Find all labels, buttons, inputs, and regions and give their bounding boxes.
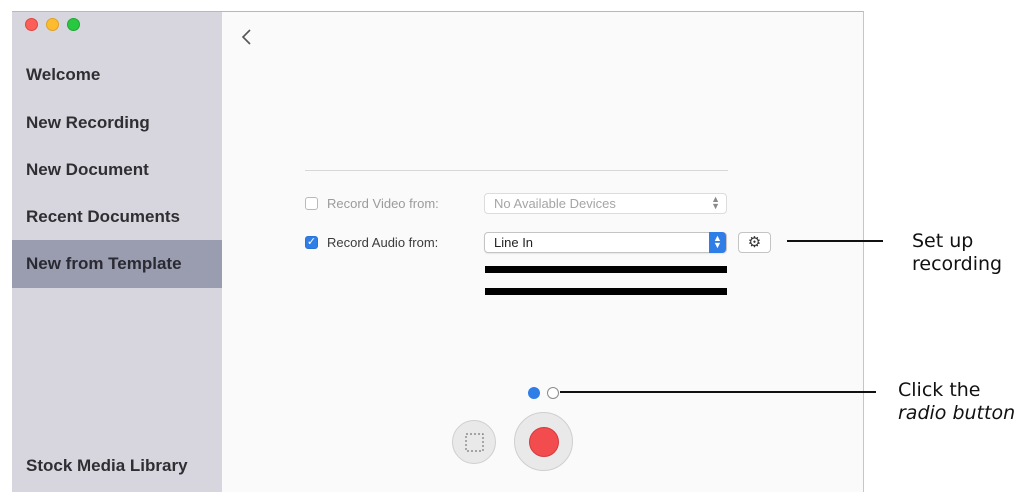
record-icon bbox=[529, 427, 559, 457]
page-radio-1[interactable] bbox=[528, 387, 540, 399]
chevron-left-icon[interactable] bbox=[240, 26, 260, 50]
gear-icon: ⚙ bbox=[747, 234, 762, 251]
annotation-setup-line1: Set up bbox=[912, 230, 974, 252]
sidebar: Welcome New Recording New Document Recen… bbox=[12, 12, 222, 492]
audio-device-select[interactable]: Line In ▲ ▼ bbox=[484, 232, 727, 253]
audio-level-meter bbox=[485, 266, 727, 273]
sidebar-item-welcome[interactable]: Welcome bbox=[12, 51, 222, 99]
close-window-button[interactable] bbox=[25, 18, 38, 31]
app-window: Welcome New Recording New Document Recen… bbox=[12, 11, 864, 492]
sidebar-item-new-document[interactable]: New Document bbox=[12, 146, 222, 194]
record-button[interactable] bbox=[514, 412, 573, 471]
video-device-value: No Available Devices bbox=[494, 196, 616, 211]
dashed-square-icon bbox=[465, 433, 484, 452]
annotation-setup-line2: recording bbox=[912, 253, 1003, 275]
sidebar-item-stock-media-library[interactable]: Stock Media Library bbox=[12, 442, 222, 490]
annotation-radio-line1: Click the bbox=[898, 379, 981, 401]
record-audio-label: Record Audio from: bbox=[327, 235, 439, 250]
record-video-checkbox[interactable] bbox=[305, 197, 318, 210]
annotation-line-setup bbox=[787, 240, 883, 242]
minimize-window-button[interactable] bbox=[46, 18, 59, 31]
record-audio-checkbox[interactable]: ✓ bbox=[305, 236, 318, 249]
section-divider bbox=[305, 170, 728, 171]
audio-level-meter bbox=[485, 288, 727, 295]
audio-device-value: Line In bbox=[494, 235, 534, 250]
capture-region-button[interactable] bbox=[452, 420, 496, 464]
zoom-window-button[interactable] bbox=[67, 18, 80, 31]
page-radio-2[interactable] bbox=[547, 387, 559, 399]
select-arrows-icon: ▲ ▼ bbox=[711, 194, 720, 211]
record-video-label: Record Video from: bbox=[327, 196, 439, 211]
sidebar-item-recent-documents[interactable]: Recent Documents bbox=[12, 193, 222, 241]
sidebar-item-new-from-template[interactable]: New from Template bbox=[12, 240, 222, 288]
select-arrows-icon: ▲ ▼ bbox=[709, 232, 726, 253]
sidebar-item-new-recording[interactable]: New Recording bbox=[12, 99, 222, 147]
annotation-radio-line2: radio button bbox=[898, 402, 1016, 424]
audio-settings-button[interactable]: ⚙ bbox=[738, 232, 771, 253]
annotation-line-radio bbox=[560, 391, 876, 393]
video-device-select[interactable]: No Available Devices ▲ ▼ bbox=[484, 193, 727, 214]
